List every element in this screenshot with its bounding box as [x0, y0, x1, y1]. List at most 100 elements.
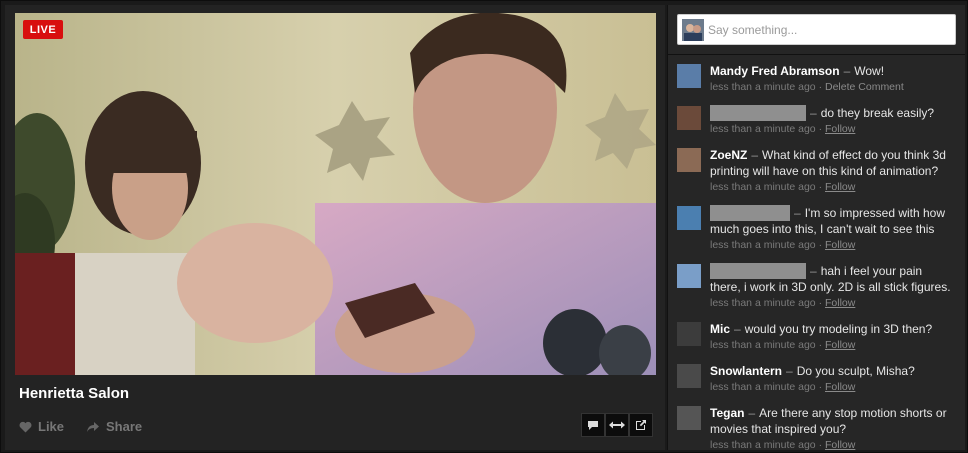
- comment-body: – hah i feel your pain there, i work in 3…: [710, 263, 956, 295]
- follow-link[interactable]: Follow: [825, 439, 855, 450]
- comment-meta: less than a minute ago · Follow: [710, 296, 956, 310]
- stream-window: LIVE Henrietta Salon Like Share Say some…: [0, 0, 968, 453]
- toggle-comments-button[interactable]: [581, 413, 605, 437]
- comment-timestamp: less than a minute ago: [710, 181, 816, 193]
- share-button[interactable]: Share: [86, 419, 142, 434]
- comment-item: Tegan – Are there any stop motion shorts o…: [668, 405, 965, 450]
- comment-body: Snowlantern – Do you sculpt, Misha?: [710, 363, 956, 379]
- commenter-name[interactable]: Mandy Fred Abramson: [710, 64, 840, 78]
- live-badge: LIVE: [23, 20, 63, 39]
- comment-body: – do they break easily?: [710, 105, 956, 121]
- dash-separator: –: [734, 322, 741, 336]
- comment-body: – I'm so impressed with how much goes int…: [710, 205, 956, 237]
- commenter-avatar[interactable]: [677, 206, 701, 230]
- expand-horizontal-icon: [609, 421, 625, 429]
- follow-link[interactable]: Follow: [825, 181, 855, 193]
- comment-text: Wow!: [854, 64, 885, 78]
- share-label: Share: [106, 419, 143, 434]
- dash-separator: –: [794, 206, 801, 220]
- meta-dot: ·: [815, 439, 825, 450]
- comment-item: Mandy Fred Abramson – Wow! less than a minu…: [668, 63, 965, 94]
- comment-timestamp: less than a minute ago: [710, 239, 816, 251]
- comment-text: would you try modeling in 3D then?: [744, 322, 933, 336]
- meta-dot: ·: [815, 123, 825, 135]
- commenter-name[interactable]: Tegan: [710, 406, 744, 420]
- video-panel: LIVE Henrietta Salon Like Share: [5, 5, 665, 450]
- comment-text: Do you sculpt, Misha?: [796, 364, 915, 378]
- meta-dot: ·: [815, 339, 825, 351]
- commenter-avatar[interactable]: [677, 64, 701, 88]
- comment-meta: less than a minute ago · Follow: [710, 122, 956, 136]
- follow-link[interactable]: Follow: [825, 239, 855, 251]
- dash-separator: –: [843, 64, 851, 78]
- comment-box: [677, 14, 956, 45]
- comment-body: ZoeNZ – What kind of effect do you think 3…: [710, 147, 956, 179]
- dash-separator: –: [751, 148, 759, 162]
- share-arrow-icon: [87, 421, 100, 432]
- delete-comment-link[interactable]: Delete Comment: [825, 81, 904, 93]
- dash-separator: –: [786, 364, 793, 378]
- follow-link[interactable]: Follow: [825, 339, 855, 351]
- dash-separator: –: [810, 264, 817, 278]
- like-label: Like: [38, 419, 65, 434]
- commenter-name[interactable]: Mic: [710, 322, 730, 336]
- commenter-avatar[interactable]: [677, 264, 701, 288]
- popout-button[interactable]: [629, 413, 653, 437]
- follow-link[interactable]: Follow: [825, 297, 855, 309]
- comment-body: Mandy Fred Abramson – Wow!: [710, 63, 956, 79]
- comment-timestamp: less than a minute ago: [710, 381, 816, 393]
- comment-body: Tegan – Are there any stop motion shorts o…: [710, 405, 956, 437]
- chat-divider: [668, 54, 965, 55]
- commenter-avatar[interactable]: [677, 106, 701, 130]
- comment-item: Mic – would you try modeling in 3D then? le…: [668, 321, 965, 352]
- stream-title: Henrietta Salon: [19, 385, 130, 402]
- comment-meta: less than a minute ago · Delete Comment: [710, 80, 956, 94]
- meta-dot: ·: [815, 381, 825, 393]
- like-button[interactable]: Like: [19, 419, 64, 434]
- comment-input[interactable]: [708, 20, 948, 40]
- comment-list: Mandy Fred Abramson – Wow! less than a minu…: [668, 63, 965, 450]
- comment-meta: less than a minute ago · Follow: [710, 238, 956, 252]
- chat-panel: Mandy Fred Abramson–Wow!less than a minu…: [667, 5, 965, 450]
- dash-separator: –: [810, 106, 817, 120]
- comment-item: – I'm so impressed with how much goes int…: [668, 205, 965, 252]
- comment-timestamp: less than a minute ago: [710, 297, 816, 309]
- meta-dot: ·: [815, 181, 825, 193]
- meta-dot: ·: [815, 81, 825, 93]
- comment-timestamp: less than a minute ago: [710, 81, 816, 93]
- commenter-avatar[interactable]: [677, 148, 701, 172]
- commenter-name[interactable]: Snowlantern: [710, 364, 782, 378]
- stream-actions: Like Share: [19, 419, 142, 434]
- comment-meta: less than a minute ago · Follow: [710, 338, 956, 352]
- comment-meta: less than a minute ago · Follow: [710, 180, 956, 194]
- comment-item: – do they break easily? less than a minute…: [668, 105, 965, 136]
- commenter-avatar[interactable]: [677, 322, 701, 346]
- commenter-avatar[interactable]: [677, 406, 701, 430]
- comment-text: do they break easily?: [820, 106, 935, 120]
- commenter-avatar[interactable]: [677, 364, 701, 388]
- heart-icon: [19, 421, 32, 432]
- redacted-name: [710, 205, 790, 221]
- dash-separator: –: [748, 406, 756, 420]
- popout-icon: [636, 420, 646, 430]
- comment-body: Mic – would you try modeling in 3D then?: [710, 321, 956, 337]
- video-frame-image: [15, 13, 656, 375]
- commenter-name[interactable]: ZoeNZ: [710, 148, 747, 162]
- comment-timestamp: less than a minute ago: [710, 339, 816, 351]
- meta-dot: ·: [815, 239, 825, 251]
- expand-button[interactable]: [605, 413, 629, 437]
- comment-icon: [588, 420, 598, 430]
- user-avatar: [682, 19, 704, 41]
- comment-timestamp: less than a minute ago: [710, 439, 816, 450]
- meta-dot: ·: [815, 297, 825, 309]
- follow-link[interactable]: Follow: [825, 123, 855, 135]
- follow-link[interactable]: Follow: [825, 381, 855, 393]
- video-tools: [581, 413, 653, 437]
- comment-item: – hah i feel your pain there, i work in 3…: [668, 263, 965, 310]
- redacted-name: [710, 105, 806, 121]
- live-video[interactable]: [15, 13, 656, 375]
- comment-item: ZoeNZ – What kind of effect do you think 3…: [668, 147, 965, 194]
- comment-meta: less than a minute ago · Follow: [710, 438, 956, 450]
- redacted-name: [710, 263, 806, 279]
- comment-timestamp: less than a minute ago: [710, 123, 816, 135]
